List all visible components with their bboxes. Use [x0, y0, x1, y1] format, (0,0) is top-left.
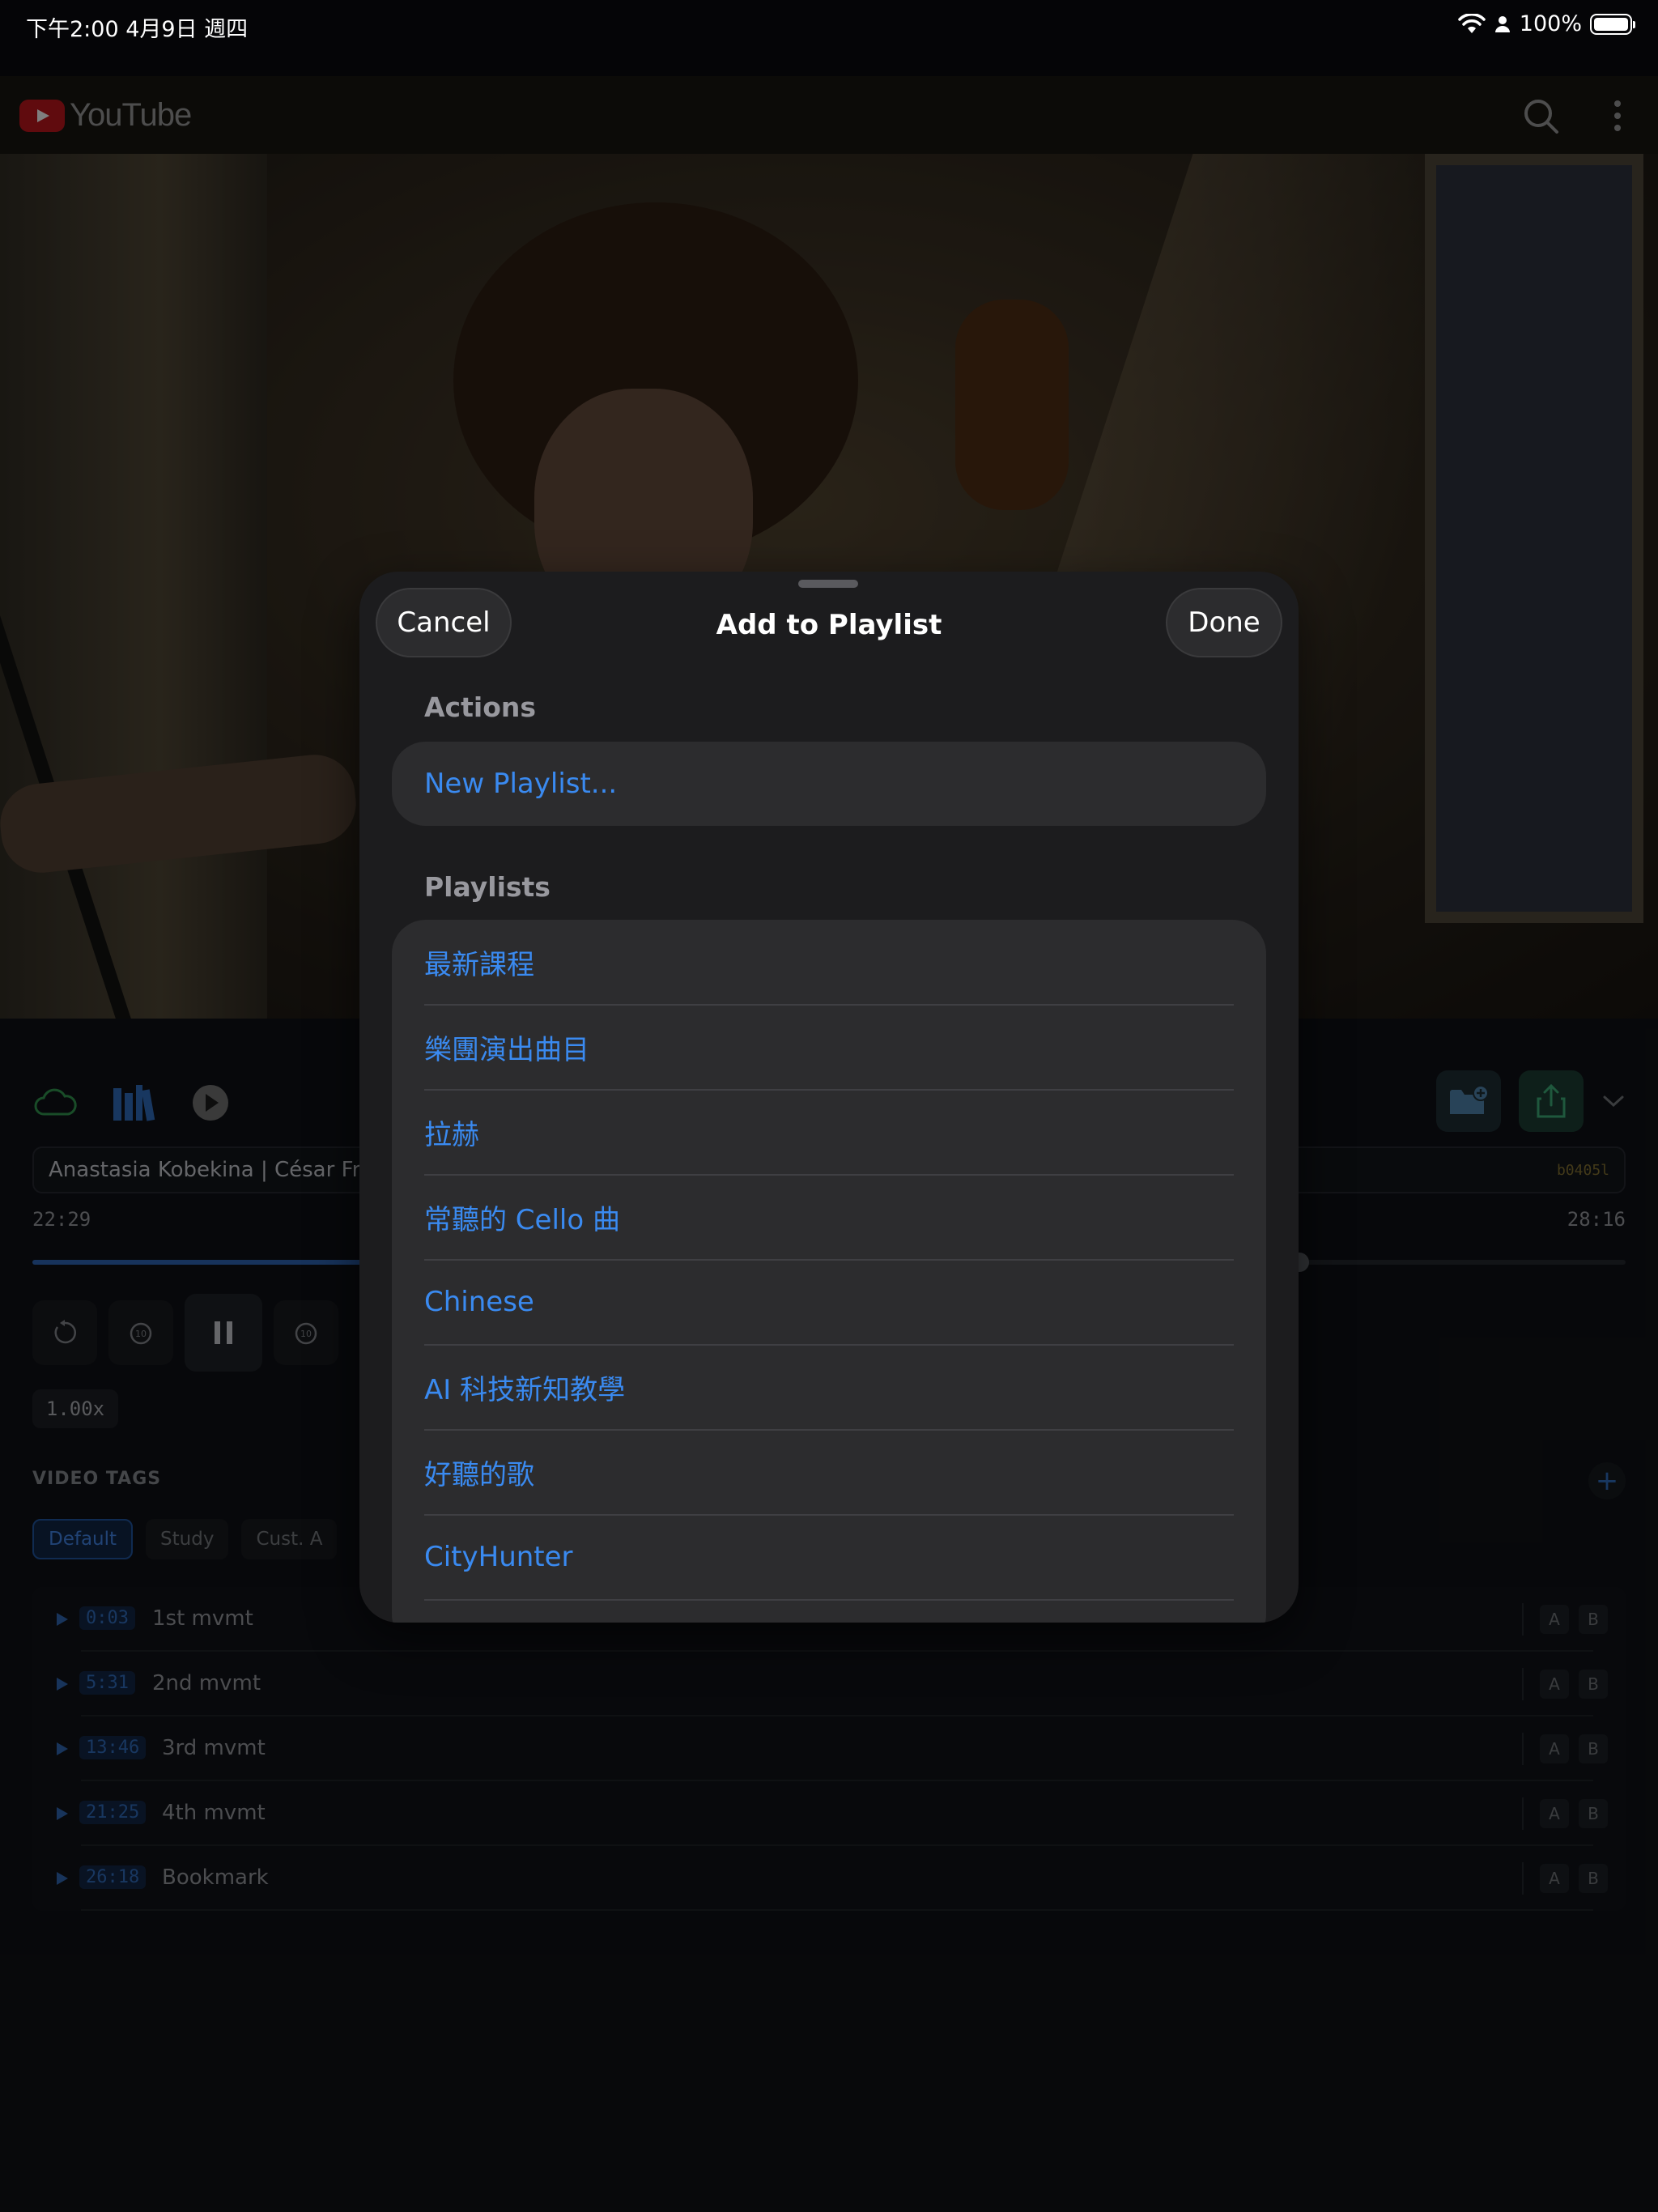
- battery-icon: [1590, 13, 1635, 35]
- divider: [424, 1089, 1234, 1091]
- battery-percent: 100%: [1519, 11, 1582, 36]
- playlist-item[interactable]: Chinese: [424, 1260, 534, 1344]
- playlist-item[interactable]: 拉赫: [424, 1090, 479, 1174]
- done-button[interactable]: Done: [1166, 588, 1282, 657]
- new-playlist-button[interactable]: New Playlist...: [424, 742, 617, 826]
- person-icon: [1494, 15, 1510, 32]
- actions-group: New Playlist...: [392, 742, 1266, 826]
- divider: [424, 1599, 1234, 1601]
- playlist-item[interactable]: 最新課程: [424, 920, 534, 1004]
- add-to-playlist-sheet: Cancel Add to Playlist Done Actions New …: [359, 572, 1299, 1623]
- playlist-item[interactable]: CityHunter: [424, 1515, 573, 1599]
- playlist-item[interactable]: AI 科技新知教學: [424, 1345, 625, 1429]
- playlist-item[interactable]: 樂團演出曲目: [424, 1005, 589, 1089]
- playlist-item[interactable]: 常聽的 Cello 曲: [424, 1175, 620, 1259]
- wifi-icon: [1458, 13, 1486, 33]
- divider: [424, 1429, 1234, 1431]
- sheet-grabber[interactable]: [798, 580, 858, 588]
- sheet-title: Add to Playlist: [716, 609, 942, 641]
- playlists-group: 最新課程 樂團演出曲目 拉赫 常聽的 Cello 曲 Chinese AI 科技…: [392, 920, 1266, 1623]
- divider: [424, 1259, 1234, 1261]
- status-bar: 下午2:00 4月9日 週四 100%: [0, 0, 1658, 76]
- status-right: 100%: [1458, 11, 1635, 36]
- status-time: 下午2:00 4月9日 週四: [26, 17, 249, 42]
- actions-header: Actions: [424, 691, 536, 723]
- playlist-item[interactable]: 好聽的歌: [424, 1430, 534, 1514]
- playlists-header: Playlists: [424, 871, 551, 903]
